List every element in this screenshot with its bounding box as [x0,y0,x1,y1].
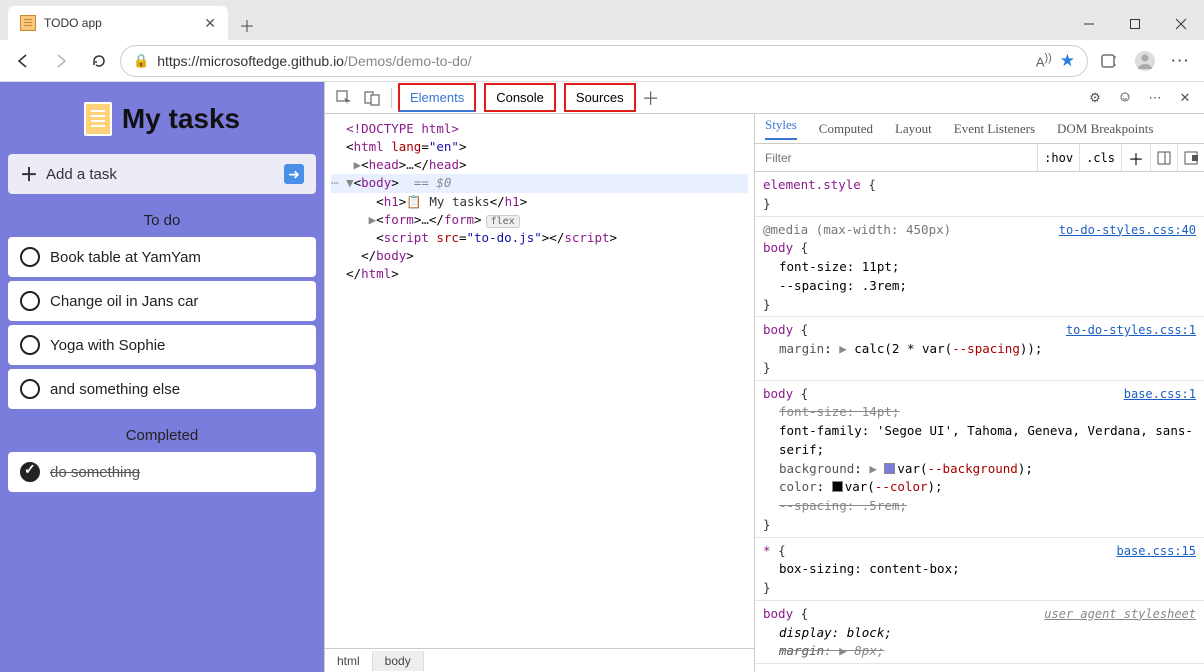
task-item[interactable]: Book table at YamYam [8,237,316,277]
task-item-done[interactable]: do something [8,452,316,492]
todo-app-panel: My tasks ＋ Add a task ➜ To do Book table… [0,82,324,672]
collections-icon[interactable] [1092,44,1126,78]
add-task-button[interactable]: ＋ Add a task ➜ [8,154,316,194]
source-link[interactable]: to-do-styles.css:1 [1066,321,1196,339]
close-window-button[interactable] [1158,8,1204,40]
ua-label: user agent stylesheet [1044,605,1196,623]
hov-toggle[interactable]: :hov [1037,144,1079,171]
more-tools-icon[interactable]: ⋯ [1142,85,1168,111]
site-info-icon[interactable]: 🔒 [133,53,149,69]
task-label: Book table at YamYam [50,249,201,266]
device-emulation-icon[interactable] [359,85,385,111]
dom-doctype: <!DOCTYPE html> [346,121,459,136]
add-tab-icon[interactable]: ＋ [638,85,664,111]
new-rule-icon[interactable]: ＋ [1121,144,1150,171]
close-devtools-icon[interactable]: ✕ [1172,85,1198,111]
styles-filter-input[interactable] [755,151,1037,165]
task-label: and something else [50,381,180,398]
crumb-body[interactable]: body [373,651,424,671]
tab-dom-breakpoints[interactable]: DOM Breakpoints [1057,121,1153,137]
back-button[interactable] [6,44,40,78]
close-tab-icon[interactable]: ✕ [204,15,216,32]
tab-sources[interactable]: Sources [564,83,636,112]
task-label: Change oil in Jans car [50,293,198,310]
content-area: My tasks ＋ Add a task ➜ To do Book table… [0,82,1204,672]
checkbox-icon[interactable] [20,247,40,267]
source-link[interactable]: base.css:1 [1124,385,1196,403]
styles-pane: Styles Computed Layout Event Listeners D… [755,114,1204,672]
menu-icon[interactable]: ··· [1164,44,1198,78]
crumb-html[interactable]: html [325,651,373,671]
tab-event-listeners[interactable]: Event Listeners [954,121,1035,137]
titlebar: TODO app ✕ ＋ [0,0,1204,40]
checkbox-checked-icon[interactable] [20,462,40,482]
tab-layout[interactable]: Layout [895,121,932,137]
new-tab-button[interactable]: ＋ [232,10,262,40]
styles-rules[interactable]: element.style { } to-do-styles.css:40 @m… [755,172,1204,672]
rule-universal[interactable]: base.css:15 * { box-sizing: content-box;… [755,538,1204,601]
read-aloud-icon[interactable]: A)) [1036,52,1052,69]
profile-icon[interactable] [1128,44,1162,78]
dom-tree-pane: <!DOCTYPE html> <html lang="en"> ▶<head>… [325,114,755,672]
devtools-toolbar: Elements Console Sources ＋ ⚙ ⋯ ✕ [325,82,1204,114]
plus-icon: ＋ [20,161,38,187]
section-todo-title: To do [8,212,316,229]
checkbox-icon[interactable] [20,291,40,311]
browser-tab[interactable]: TODO app ✕ [8,6,228,40]
devtools-panel: Elements Console Sources ＋ ⚙ ⋯ ✕ <!DOCTY… [324,82,1204,672]
add-task-label: Add a task [46,166,117,183]
computed-sidebar-icon[interactable] [1150,144,1177,171]
window-controls [1066,8,1204,40]
rule-user-agent[interactable]: user agent stylesheet body { display: bl… [755,601,1204,664]
app-title: My tasks [8,102,316,136]
rule-body-margin[interactable]: to-do-styles.css:1 body { margin: ▶ calc… [755,317,1204,380]
url-text: https://microsoftedge.github.io/Demos/de… [157,53,471,69]
source-link[interactable]: base.css:15 [1117,542,1196,560]
submit-arrow-icon[interactable]: ➜ [284,164,304,184]
browser-window: TODO app ✕ ＋ 🔒 https://microsoftedge.git… [0,0,1204,672]
app-title-text: My tasks [122,103,240,135]
task-item[interactable]: Change oil in Jans car [8,281,316,321]
tab-console[interactable]: Console [484,83,556,112]
task-label: Yoga with Sophie [50,337,165,354]
tab-computed[interactable]: Computed [819,121,873,137]
rule-media-body[interactable]: to-do-styles.css:40 @media (max-width: 4… [755,217,1204,318]
tab-title: TODO app [44,16,196,30]
dom-breadcrumb: html body [325,648,754,672]
tab-styles[interactable]: Styles [765,117,797,140]
styles-filter-bar: :hov .cls ＋ [755,144,1204,172]
inspect-element-icon[interactable] [331,85,357,111]
dom-selected-marker: == $0 [414,175,452,190]
forward-button [44,44,78,78]
checkbox-icon[interactable] [20,335,40,355]
rule-body-base[interactable]: base.css:1 body { font-size: 14pt; font-… [755,381,1204,538]
page-favicon-icon [20,15,36,31]
checkbox-icon[interactable] [20,379,40,399]
minimize-button[interactable] [1066,8,1112,40]
task-label: do something [50,464,140,481]
maximize-button[interactable] [1112,8,1158,40]
section-done-title: Completed [8,427,316,444]
url-field[interactable]: 🔒 https://microsoftedge.github.io/Demos/… [120,45,1088,77]
settings-icon[interactable]: ⚙ [1082,85,1108,111]
tasks-icon [84,102,112,136]
feedback-icon[interactable] [1112,85,1138,111]
favorite-icon[interactable]: ★ [1060,51,1075,71]
dom-tree[interactable]: <!DOCTYPE html> <html lang="en"> ▶<head>… [325,114,754,648]
source-link[interactable]: to-do-styles.css:40 [1059,221,1196,239]
task-item[interactable]: and something else [8,369,316,409]
task-item[interactable]: Yoga with Sophie [8,325,316,365]
tab-elements[interactable]: Elements [398,83,476,112]
cls-toggle[interactable]: .cls [1079,144,1121,171]
refresh-button[interactable] [82,44,116,78]
dom-h1-text: 📋 My tasks [406,194,489,209]
address-bar: 🔒 https://microsoftedge.github.io/Demos/… [0,40,1204,82]
rule-element-style[interactable]: element.style { } [755,172,1204,217]
styles-tabs: Styles Computed Layout Event Listeners D… [755,114,1204,144]
flex-editor-icon[interactable] [1177,144,1204,171]
